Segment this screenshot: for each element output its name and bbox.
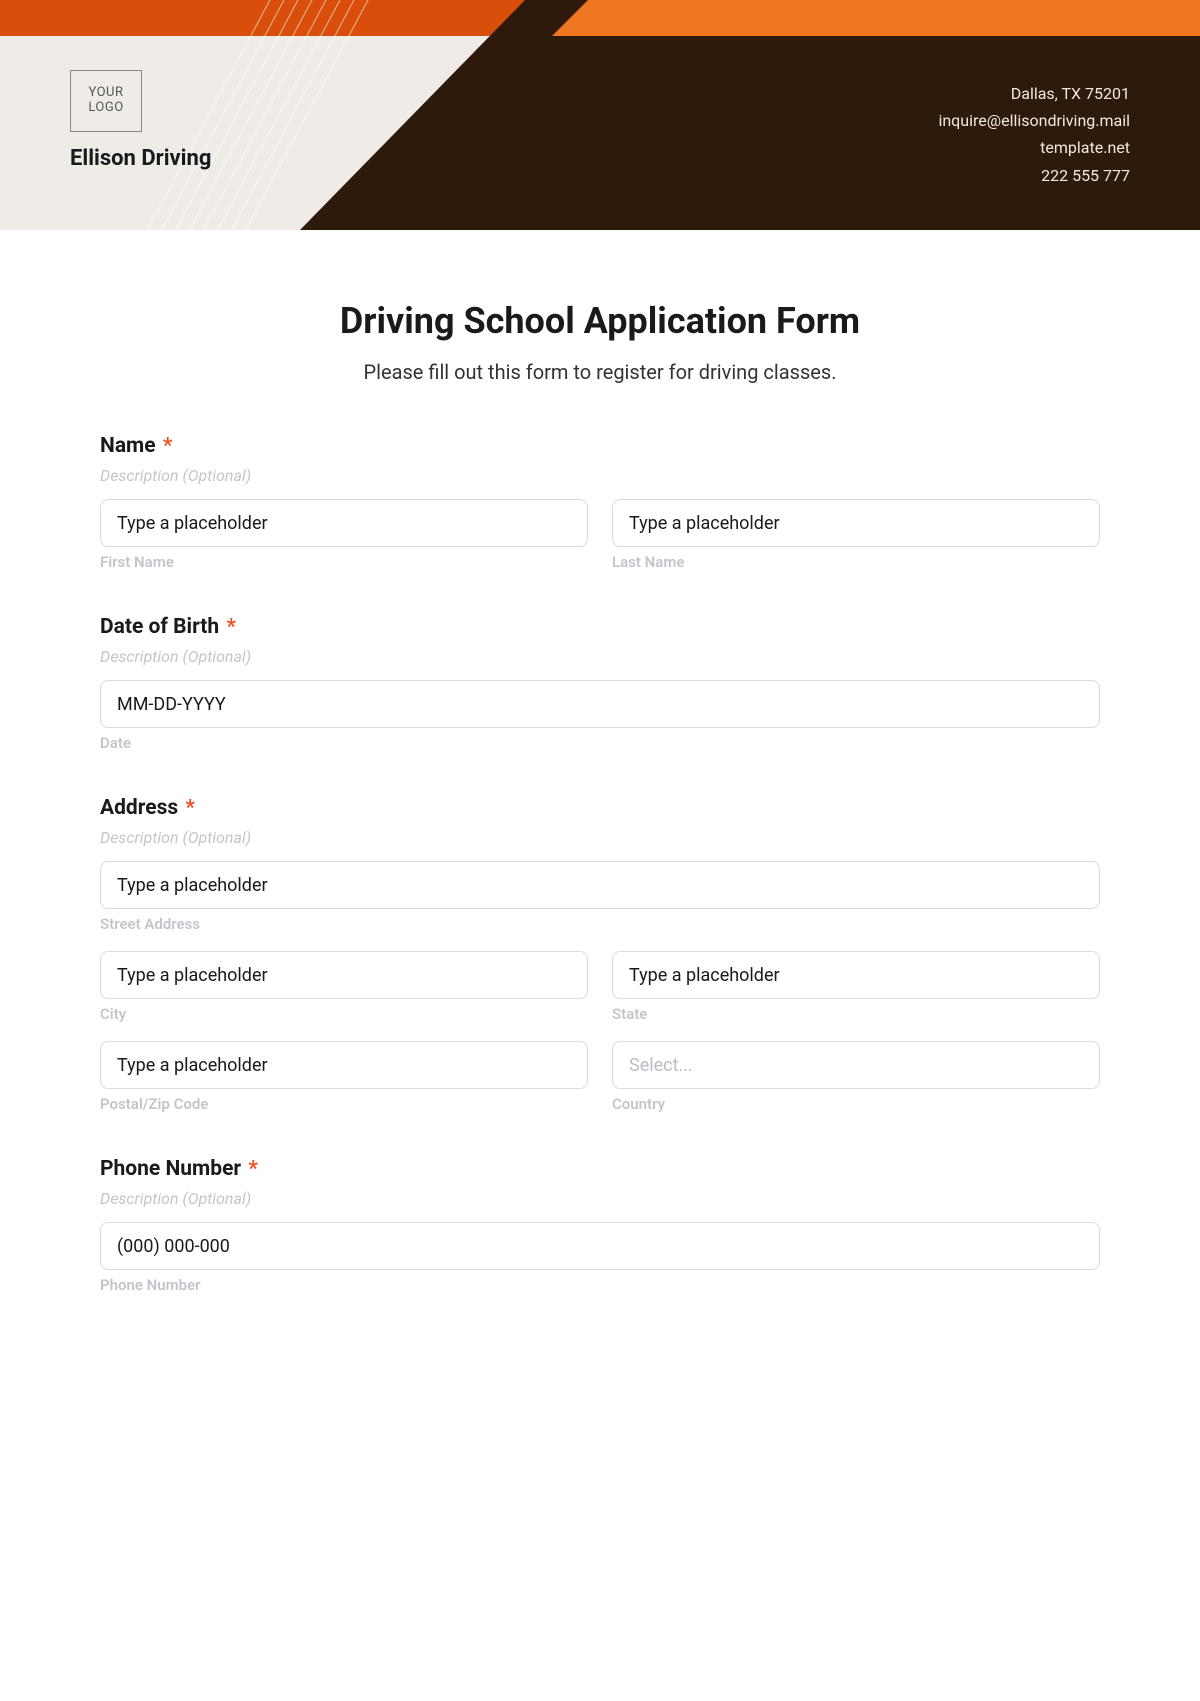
section-name: Name * Description (Optional) First Name… xyxy=(100,434,1100,571)
phone-sublabel: Phone Number xyxy=(100,1276,1100,1294)
logo-block: YOUR LOGO Ellison Driving xyxy=(70,70,211,171)
address-description: Description (Optional) xyxy=(100,828,1100,847)
contact-info: Dallas, TX 75201 inquire@ellisondriving.… xyxy=(938,80,1130,189)
logo-placeholder: YOUR LOGO xyxy=(70,70,142,132)
section-phone: Phone Number * Description (Optional) Ph… xyxy=(100,1157,1100,1294)
required-mark: * xyxy=(226,615,236,639)
form-subtitle: Please fill out this form to register fo… xyxy=(100,360,1100,384)
section-dob: Date of Birth * Description (Optional) D… xyxy=(100,615,1100,752)
page-header: YOUR LOGO Ellison Driving Dallas, TX 752… xyxy=(0,0,1200,230)
dob-input[interactable] xyxy=(100,680,1100,728)
street-sublabel: Street Address xyxy=(100,915,1100,933)
country-select[interactable]: Select... xyxy=(612,1041,1100,1089)
postal-input[interactable] xyxy=(100,1041,588,1089)
state-sublabel: State xyxy=(612,1005,1100,1023)
contact-email: inquire@ellisondriving.mail xyxy=(938,107,1130,134)
state-input[interactable] xyxy=(612,951,1100,999)
dob-label: Date of Birth * xyxy=(100,615,1100,639)
required-mark: * xyxy=(248,1157,258,1181)
last-name-input[interactable] xyxy=(612,499,1100,547)
contact-address: Dallas, TX 75201 xyxy=(938,80,1130,107)
city-sublabel: City xyxy=(100,1005,588,1023)
address-label: Address * xyxy=(100,796,1100,820)
first-name-input[interactable] xyxy=(100,499,588,547)
name-label: Name * xyxy=(100,434,1100,458)
postal-sublabel: Postal/Zip Code xyxy=(100,1095,588,1113)
name-label-text: Name xyxy=(100,434,156,458)
section-address: Address * Description (Optional) Street … xyxy=(100,796,1100,1113)
phone-description: Description (Optional) xyxy=(100,1189,1100,1208)
required-mark: * xyxy=(185,796,195,820)
address-label-text: Address xyxy=(100,796,178,820)
contact-phone: 222 555 777 xyxy=(938,162,1130,189)
phone-label: Phone Number * xyxy=(100,1157,1100,1181)
form-container: Driving School Application Form Please f… xyxy=(0,230,1200,1362)
phone-label-text: Phone Number xyxy=(100,1157,241,1181)
city-input[interactable] xyxy=(100,951,588,999)
street-address-input[interactable] xyxy=(100,861,1100,909)
required-mark: * xyxy=(163,434,173,458)
first-name-sublabel: First Name xyxy=(100,553,588,571)
name-description: Description (Optional) xyxy=(100,466,1100,485)
company-name: Ellison Driving xyxy=(70,146,211,171)
country-sublabel: Country xyxy=(612,1095,1100,1113)
dob-sublabel: Date xyxy=(100,734,1100,752)
phone-input[interactable] xyxy=(100,1222,1100,1270)
last-name-sublabel: Last Name xyxy=(612,553,1100,571)
dob-description: Description (Optional) xyxy=(100,647,1100,666)
dob-label-text: Date of Birth xyxy=(100,615,219,639)
contact-website: template.net xyxy=(938,134,1130,161)
form-title: Driving School Application Form xyxy=(100,300,1100,342)
